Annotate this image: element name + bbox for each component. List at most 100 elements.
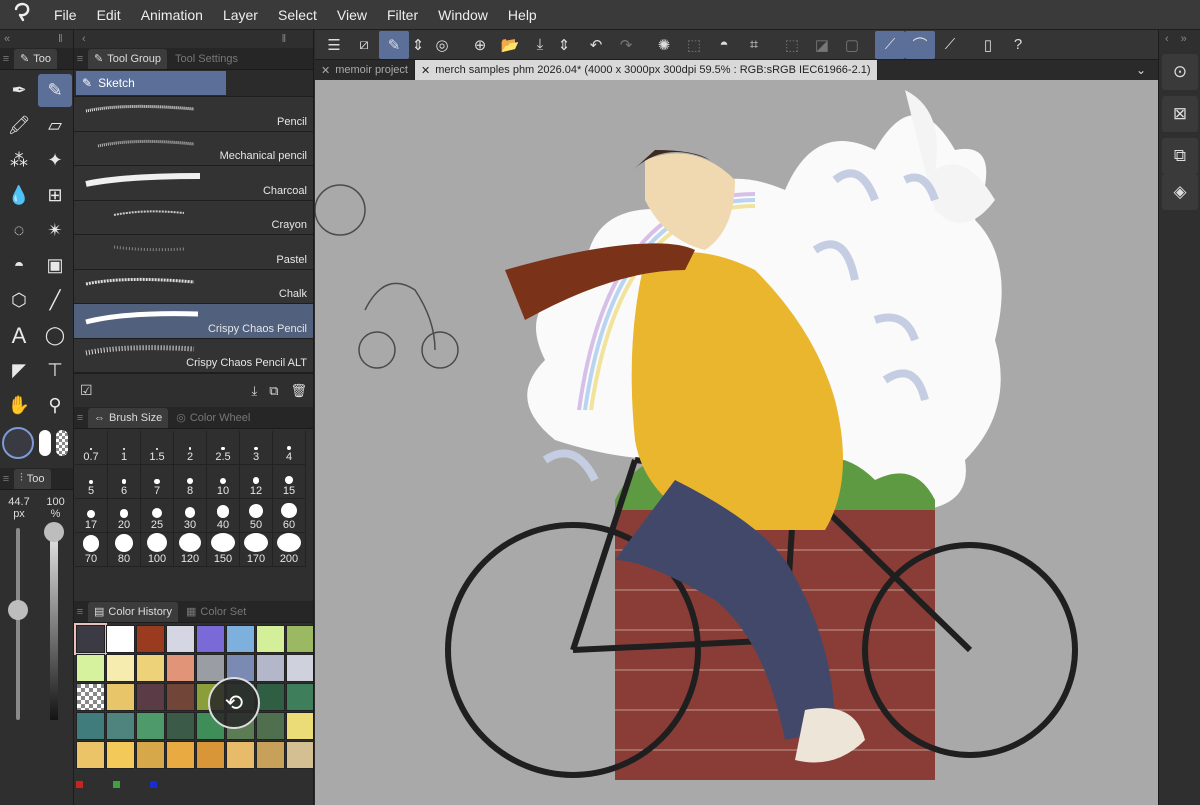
color-swatch[interactable] <box>106 654 135 682</box>
brush-size-preset[interactable]: 70 <box>75 533 108 567</box>
layer-property-icon[interactable]: ⊠ <box>1162 96 1198 132</box>
snap-ruler-icon[interactable]: ⟋ <box>875 30 905 59</box>
brush-item-pastel[interactable]: Pastel <box>74 235 313 270</box>
color-swatch[interactable] <box>286 741 313 769</box>
color-swatch[interactable] <box>106 625 135 653</box>
color-swatch[interactable] <box>76 683 105 711</box>
airbrush-icon[interactable]: ⁂ <box>2 144 36 177</box>
loading-icon[interactable]: ✺ <box>649 31 679 59</box>
open-icon[interactable]: 📂 <box>495 31 525 59</box>
panel-menu-icon[interactable]: ≡ <box>74 53 86 65</box>
brush-size-preset[interactable]: 60 <box>273 499 306 533</box>
color-swatch[interactable] <box>136 712 165 740</box>
panel-menu-icon[interactable]: ≡ <box>0 53 12 65</box>
brush-item-crispy-chaos-pencil-alt[interactable]: Crispy Chaos Pencil ALT <box>74 338 313 373</box>
brush-size-preset[interactable]: 17 <box>75 499 108 533</box>
tool-property-tab[interactable]: ⫶ Too <box>14 468 51 489</box>
brush-size-preset[interactable]: 25 <box>141 499 174 533</box>
color-swatch[interactable] <box>226 625 255 653</box>
clear-selection-icon[interactable]: ⬚ <box>777 31 807 59</box>
collapse-left-icon[interactable]: « <box>4 33 10 45</box>
panel-menu-icon[interactable]: ≡ <box>74 412 86 424</box>
export-icon[interactable]: ⇕ <box>555 31 573 59</box>
brush-size-preset[interactable]: 15 <box>273 465 306 499</box>
menu-select[interactable]: Select <box>268 0 327 30</box>
brush-size-preset[interactable]: 1.5 <box>141 431 174 465</box>
brush-size-tab[interactable]: ⇔ Brush Size <box>88 407 169 428</box>
color-history-tab[interactable]: ▤ Color History <box>88 601 178 622</box>
color-swatch[interactable] <box>74 623 107 655</box>
brush-item-crispy-chaos-pencil[interactable]: Crispy Chaos Pencil <box>74 304 313 339</box>
brush-item-chalk[interactable]: Chalk <box>74 269 313 304</box>
drag-handle-icon[interactable]: ‖ <box>282 33 287 45</box>
new-icon[interactable]: ◎ <box>427 31 457 59</box>
swap-colors-button[interactable]: ⟲ <box>208 677 260 729</box>
color-swatch[interactable] <box>166 741 195 769</box>
color-swatch[interactable] <box>136 741 165 769</box>
magic-wand-icon[interactable]: ✴ <box>38 214 72 247</box>
close-icon[interactable]: ✕ <box>321 64 330 77</box>
color-swatch[interactable] <box>166 625 195 653</box>
brush-size-preset[interactable]: 7 <box>141 465 174 499</box>
menu-layer[interactable]: Layer <box>213 0 268 30</box>
balloon-icon[interactable]: ◯ <box>38 319 72 352</box>
line-icon[interactable]: ╱ <box>38 284 72 317</box>
color-swatch[interactable] <box>196 625 225 653</box>
brush-size-preset[interactable]: 1 <box>108 431 141 465</box>
fill-icon[interactable]: ◓ <box>709 31 739 59</box>
brush-size-preset[interactable]: 0.7 <box>75 431 108 465</box>
brush-size-preset[interactable]: 8 <box>174 465 207 499</box>
color-swatch[interactable] <box>76 712 105 740</box>
brush-size-preset[interactable]: 30 <box>174 499 207 533</box>
trash-icon[interactable]: 🗑 <box>290 383 307 399</box>
color-swatch[interactable] <box>256 712 285 740</box>
tool-group-tab[interactable]: ✎ Tool Group <box>88 48 168 69</box>
color-swatch[interactable] <box>286 654 313 682</box>
color-swatch[interactable] <box>166 683 195 711</box>
main-color-swatch[interactable] <box>2 427 34 459</box>
color-swatch[interactable] <box>136 625 165 653</box>
brush-size-preset[interactable]: 12 <box>240 465 273 499</box>
mesh-icon[interactable]: ⊞ <box>38 179 72 212</box>
brush-item-pencil[interactable]: Pencil <box>74 97 313 132</box>
brush-size-preset[interactable]: 6 <box>108 465 141 499</box>
brush-size-slider[interactable] <box>16 528 20 720</box>
opacity-slider-knob[interactable] <box>44 522 64 542</box>
sketch-group-button[interactable]: ✎ Sketch <box>76 71 226 95</box>
color-swatch[interactable] <box>136 654 165 682</box>
color-swatch[interactable] <box>196 654 225 682</box>
panel-menu-icon[interactable]: ≡ <box>74 606 86 618</box>
sub-tool-settings-icon[interactable]: ☑ <box>80 382 93 399</box>
menu-file[interactable]: File <box>44 0 87 30</box>
ruler-icon[interactable]: ◤ <box>2 354 36 387</box>
invert-icon[interactable]: ◪ <box>807 31 837 59</box>
opacity-slider[interactable] <box>50 528 58 720</box>
color-swatch[interactable] <box>286 683 313 711</box>
brush-size-preset[interactable]: 200 <box>273 533 306 567</box>
crop-icon[interactable]: ⌗ <box>739 31 769 59</box>
selection-icon[interactable]: ⬚ <box>679 31 709 59</box>
toggle-icon[interactable]: ⇕ <box>409 31 427 59</box>
brush-size-slider-knob[interactable] <box>8 600 28 620</box>
tab-memoir-project[interactable]: ✕ memoir project <box>315 60 415 80</box>
color-swatch[interactable] <box>286 712 313 740</box>
redo-icon[interactable]: ↷ <box>611 31 641 59</box>
tool-settings-tab[interactable]: Tool Settings <box>169 49 244 69</box>
color-swatch[interactable] <box>256 741 285 769</box>
sparkle-icon[interactable]: ✦ <box>38 144 72 177</box>
brush-size-preset[interactable]: 2 <box>174 431 207 465</box>
color-swatch[interactable] <box>76 654 105 682</box>
color-swatch[interactable] <box>196 741 225 769</box>
undo-icon[interactable]: ↶ <box>581 31 611 59</box>
duplicate-icon[interactable]: ⧉ <box>269 383 278 399</box>
hand-icon[interactable]: ✋ <box>2 389 36 422</box>
color-swatch[interactable] <box>166 654 195 682</box>
color-swatch[interactable] <box>256 625 285 653</box>
color-swatch[interactable] <box>226 741 255 769</box>
navigator-icon[interactable]: ⊙ <box>1162 54 1198 90</box>
menu-filter[interactable]: Filter <box>377 0 428 30</box>
correct-line-icon[interactable]: ⊤ <box>38 354 72 387</box>
color-swatch[interactable] <box>106 712 135 740</box>
color-swatch[interactable] <box>166 712 195 740</box>
tab-merch-samples[interactable]: ✕ merch samples phm 2026.04* (4000 x 3000… <box>414 60 878 80</box>
